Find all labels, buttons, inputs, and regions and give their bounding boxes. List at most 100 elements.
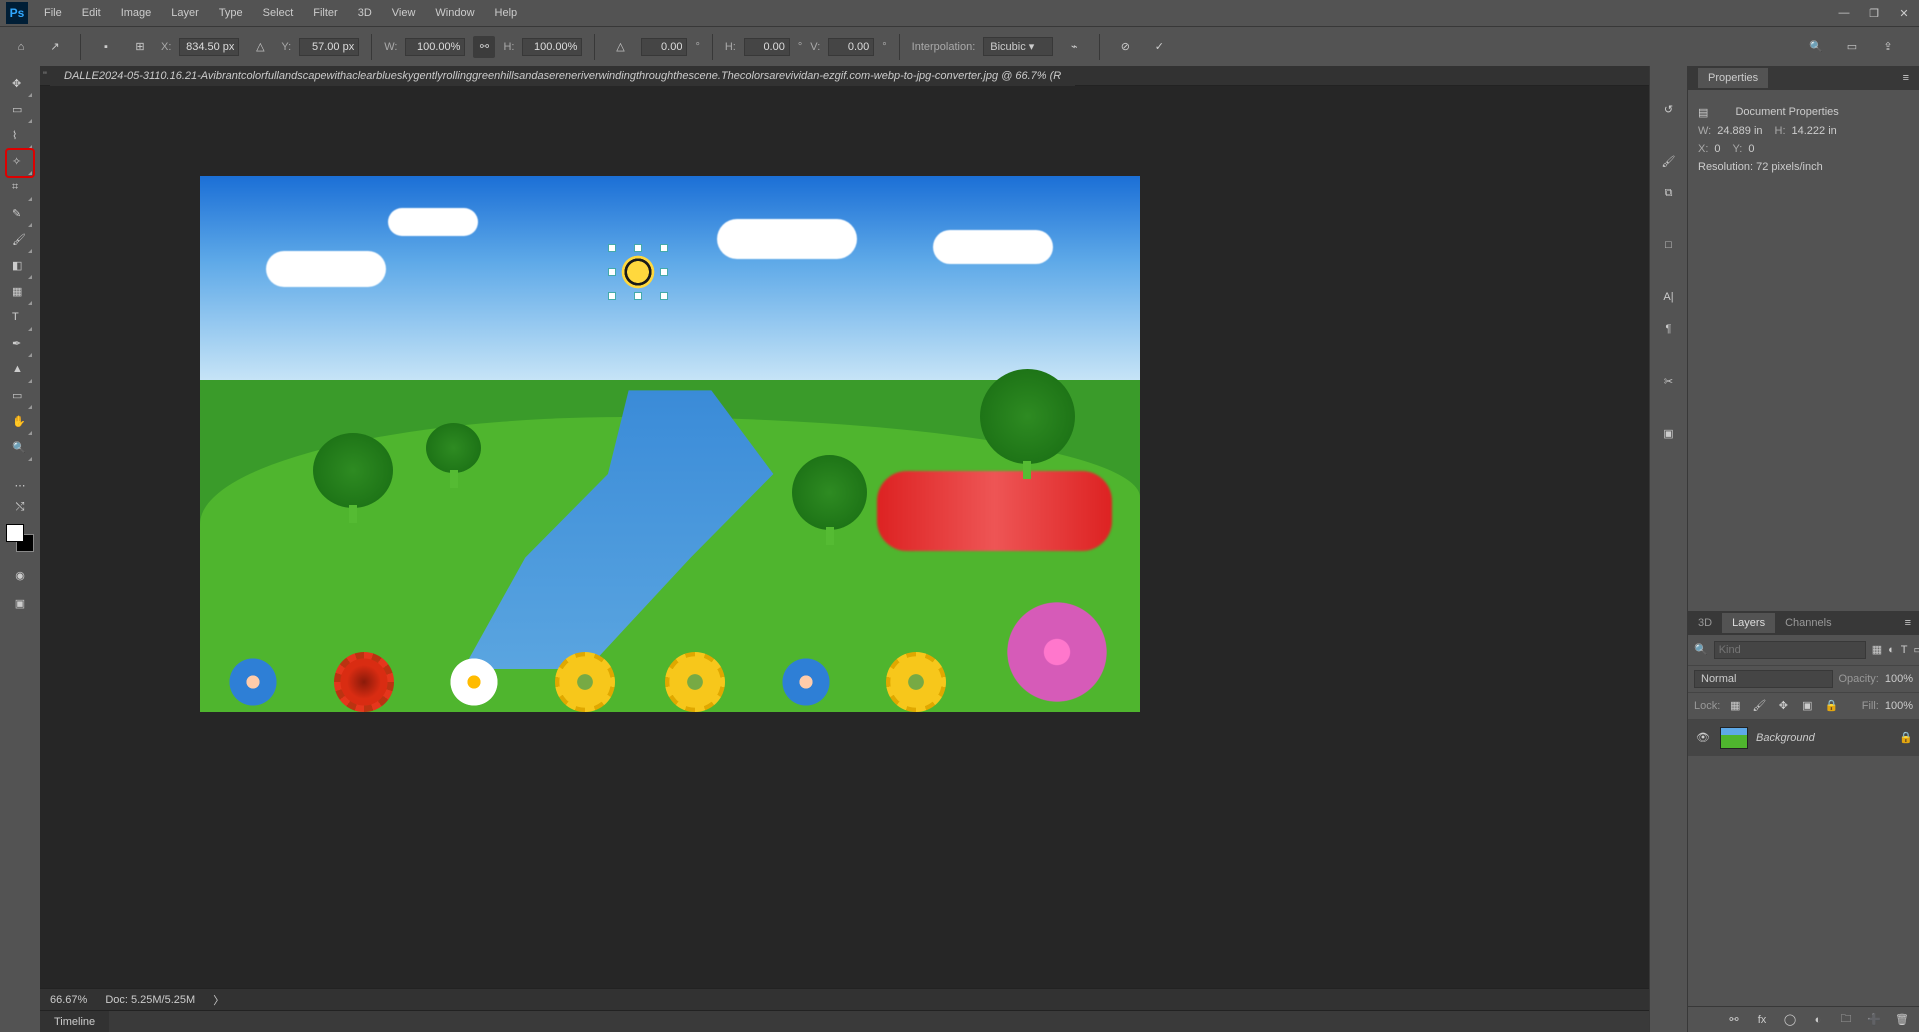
layer-visibility-icon[interactable]: 👁 [1694,731,1712,744]
search-icon[interactable]: 🔍 [1803,34,1829,60]
menu-layer[interactable]: Layer [161,0,209,26]
lock-brush-icon[interactable]: 🖌 [1750,697,1768,715]
paragraph-panel-icon[interactable]: ¶ [1656,316,1682,342]
history-panel-icon[interactable]: ↺ [1656,96,1682,122]
link-wh-icon[interactable]: ⚯ [473,36,495,58]
menu-filter[interactable]: Filter [303,0,347,26]
clone-panel-icon[interactable]: ⧉ [1656,180,1682,206]
eraser-tool[interactable]: ◧ [7,254,33,280]
skew-v-input[interactable] [828,38,874,56]
workspace-icon[interactable]: ▭ [1839,34,1865,60]
lock-pixels-icon[interactable]: ▦ [1726,697,1744,715]
document-tab[interactable]: DALLE2024-05-3110.16.21-Avibrantcolorful… [50,66,1075,86]
layers-tab-layers[interactable]: Layers [1722,613,1775,633]
status-arrow-icon[interactable]: 〉 [213,992,224,1008]
swap-colors-icon[interactable]: ⤭ [7,500,33,514]
filter-pixel-icon[interactable]: ▦ [1872,641,1882,659]
menu-file[interactable]: File [34,0,72,26]
timeline-tab[interactable]: Timeline [40,1011,109,1032]
panel-menu-icon[interactable]: ≡ [1903,72,1909,84]
layers-menu-icon[interactable]: ≡ [1905,617,1919,629]
fill-value[interactable]: 100% [1885,700,1913,712]
path-select-tool[interactable]: ▲ [7,358,33,384]
layer-fx-icon[interactable]: fx [1753,1011,1771,1029]
zoom-tool[interactable]: 🔍 [7,436,33,462]
filter-adjust-icon[interactable]: ◐ [1888,641,1895,659]
actions-panel-icon[interactable]: ✂ [1656,368,1682,394]
zoom-level[interactable]: 66.67% [50,994,87,1006]
lock-all-icon[interactable]: 🔒 [1822,697,1840,715]
lasso-tool[interactable]: ⌇ [7,124,33,150]
lock-position-icon[interactable]: ✥ [1774,697,1792,715]
reference-point-icon[interactable]: ▪ [93,34,119,60]
layer-row-background[interactable]: 👁 Background 🔒 [1688,720,1919,756]
brush-tool[interactable]: 🖌 [7,228,33,254]
marquee-tool[interactable]: ▭ [7,98,33,124]
menu-edit[interactable]: Edit [72,0,111,26]
cancel-transform-icon[interactable]: ⊘ [1112,34,1138,60]
menu-help[interactable]: Help [485,0,528,26]
delete-layer-icon[interactable]: 🗑 [1893,1011,1911,1029]
pen-tool[interactable]: ✒ [7,332,33,358]
menu-view[interactable]: View [382,0,426,26]
layer-kind-filter[interactable] [1714,641,1866,659]
commit-transform-icon[interactable]: ✓ [1146,34,1172,60]
handle-bot-right[interactable] [660,292,668,300]
libraries-panel-icon[interactable]: ▣ [1656,420,1682,446]
menu-window[interactable]: Window [425,0,484,26]
rotate-input[interactable] [641,38,687,56]
layer-lock-icon[interactable]: 🔒 [1899,731,1913,744]
menu-select[interactable]: Select [253,0,304,26]
tab-pin-icon[interactable]: " [40,66,50,86]
x-input[interactable] [179,38,239,56]
layer-mask-icon[interactable]: ◯ [1781,1011,1799,1029]
menu-image[interactable]: Image [111,0,162,26]
menu-type[interactable]: Type [209,0,253,26]
eyedropper-tool[interactable]: ✎ [7,202,33,228]
share-icon[interactable]: ⇪ [1875,34,1901,60]
new-layer-icon[interactable]: ➕ [1865,1011,1883,1029]
tool-preset-icon[interactable]: ↗ [42,34,68,60]
menu-3d[interactable]: 3D [348,0,382,26]
magic-wand-tool[interactable]: ✧ [7,150,33,176]
home-icon[interactable]: ⌂ [8,34,34,60]
blend-mode-select[interactable]: Normal [1694,670,1833,688]
interp-select[interactable]: Bicubic ▾ [983,37,1053,56]
move-tool[interactable]: ✥ [7,72,33,98]
quick-mask-icon[interactable]: ◉ [7,562,33,588]
canvas-stage[interactable] [40,86,1649,988]
properties-tab[interactable]: Properties [1698,68,1768,88]
warp-icon[interactable]: ⌁ [1061,34,1087,60]
layers-tab-channels[interactable]: Channels [1775,613,1841,633]
group-layers-icon[interactable]: 🗀 [1837,1011,1855,1029]
reference-grid-icon[interactable]: ⊞ [127,34,153,60]
adjustment-layer-icon[interactable]: ◐ [1809,1011,1827,1029]
type-tool[interactable]: T [7,306,33,332]
character-panel-icon[interactable]: A| [1656,284,1682,310]
hand-tool[interactable]: ✋ [7,410,33,436]
layers-tab-3d[interactable]: 3D [1688,613,1722,633]
h-input[interactable] [522,38,582,56]
more-tools-icon[interactable]: ⋯ [7,472,33,498]
navigator-panel-icon[interactable]: □ [1656,232,1682,258]
close-button[interactable]: ✕ [1889,0,1919,26]
handle-top-left[interactable] [608,244,616,252]
handle-mid-right[interactable] [660,268,668,276]
color-swatches[interactable] [6,524,34,552]
w-input[interactable] [405,38,465,56]
y-input[interactable] [299,38,359,56]
delta-icon[interactable]: △ [247,34,273,60]
gradient-tool[interactable]: ▦ [7,280,33,306]
shape-tool[interactable]: ▭ [7,384,33,410]
maximize-button[interactable]: ❐ [1859,0,1889,26]
transform-selection[interactable] [612,248,664,296]
minimize-button[interactable]: — [1829,0,1859,26]
handle-mid-left[interactable] [608,268,616,276]
filter-shape-icon[interactable]: ▭ [1914,641,1919,659]
skew-h-input[interactable] [744,38,790,56]
brush-panel-icon[interactable]: 🖌 [1656,148,1682,174]
filter-type-icon[interactable]: T [1901,641,1908,659]
handle-bot-left[interactable] [608,292,616,300]
lock-artboard-icon[interactable]: ▣ [1798,697,1816,715]
link-layers-icon[interactable]: ⚯ [1725,1011,1743,1029]
